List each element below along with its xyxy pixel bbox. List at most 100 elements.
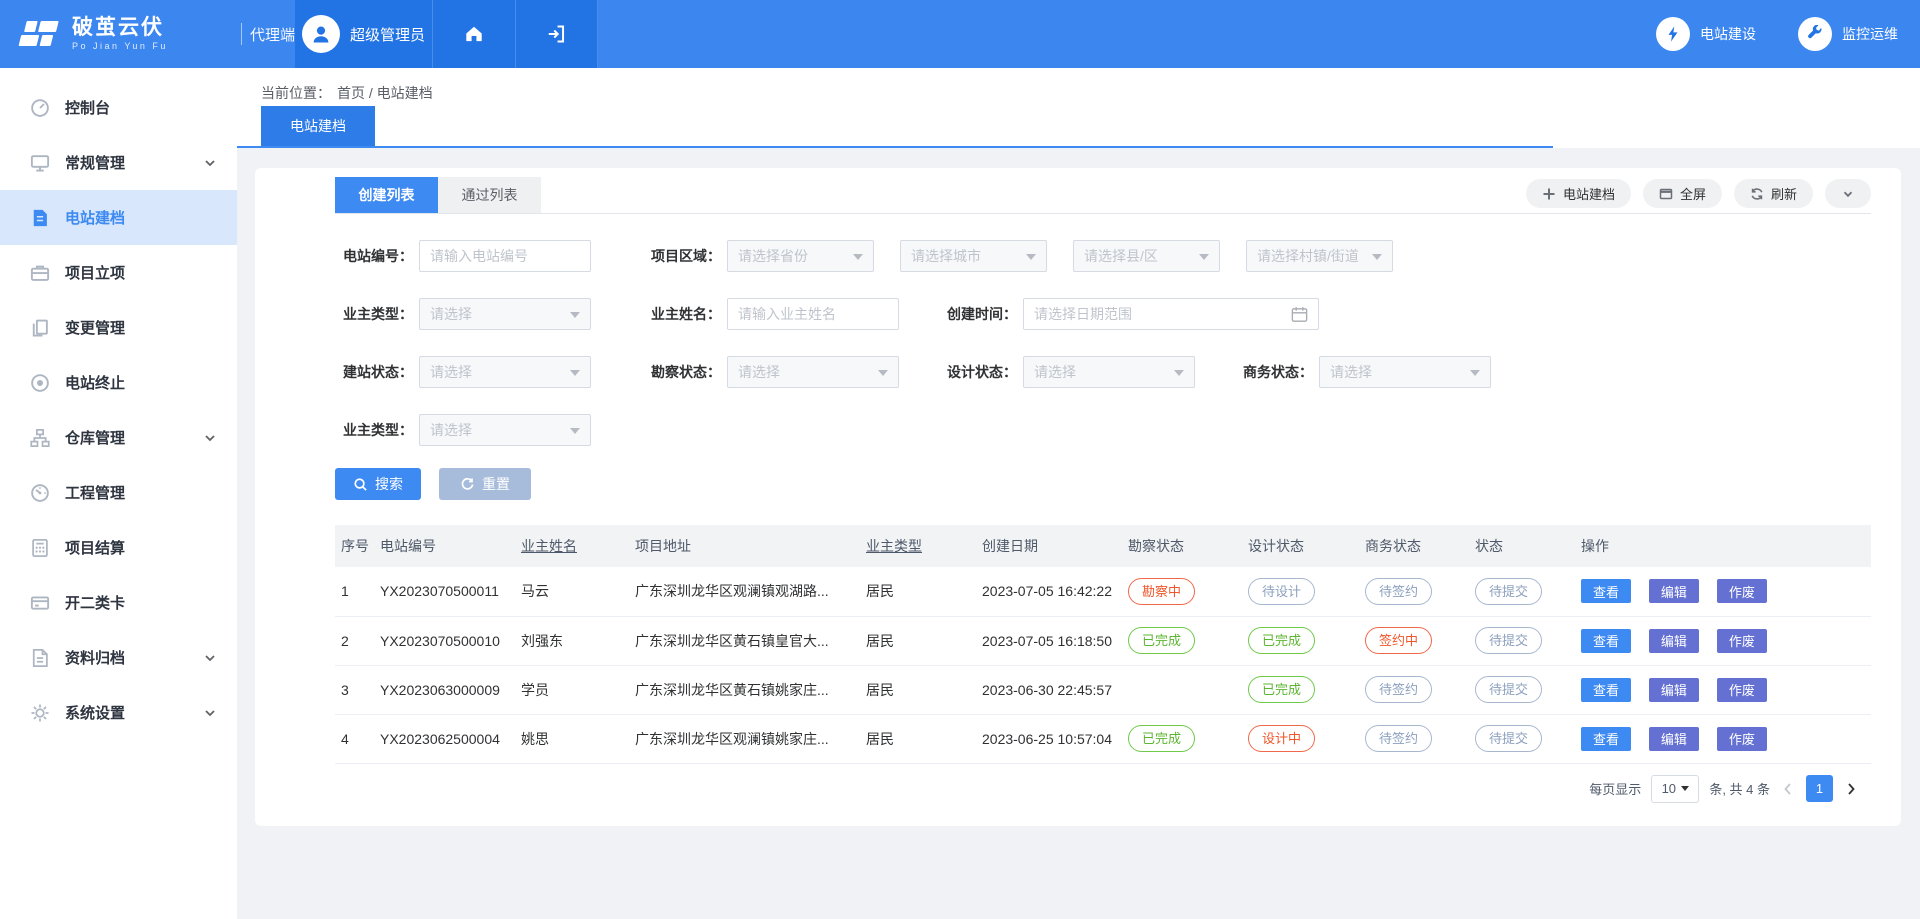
user-name: 超级管理员 [350,24,425,45]
design-status-badge: 设计中 [1248,725,1315,752]
sidebar-item-general-mgmt[interactable]: 常规管理 [0,135,237,190]
sidebar-item-station-termination[interactable]: 电站终止 [0,355,237,410]
sidebar-item-project-settlement[interactable]: 项目结算 [0,520,237,575]
col-status: 状态 [1469,525,1575,567]
edit-button[interactable]: 编辑 [1649,678,1699,702]
void-button[interactable]: 作废 [1717,678,1767,702]
business-status-badge: 签约中 [1365,627,1432,654]
business-status-select[interactable]: 请选择 [1319,356,1491,388]
filter-row-1: 电站编号： 项目区域： 请选择省份 请选择城市 请选择县/区 请选择村镇/街道 [335,240,1871,272]
monitor-icon [30,153,50,173]
business-status-badge: 待签约 [1365,725,1432,752]
fullscreen-button[interactable]: 全屏 [1643,179,1722,208]
cell-code: YX2023070500010 [374,616,515,665]
city-placeholder: 请选择城市 [911,246,981,266]
owner-type2-select[interactable]: 请选择 [419,414,591,446]
county-select[interactable]: 请选择县/区 [1073,240,1220,272]
business-status-placeholder: 请选择 [1330,362,1372,382]
page-number-1[interactable]: 1 [1806,775,1833,802]
view-button[interactable]: 查看 [1581,629,1631,653]
avatar [302,15,340,53]
view-button[interactable]: 查看 [1581,727,1631,751]
cell-code: YX2023062500004 [374,714,515,763]
briefcase-icon [30,263,50,283]
sidebar-item-open-card[interactable]: 开二类卡 [0,575,237,630]
sidebar-item-warehouse-mgmt[interactable]: 仓库管理 [0,410,237,465]
collapse-toolbar-button[interactable] [1825,179,1871,208]
cell-owner: 马云 [515,567,629,616]
edit-button[interactable]: 编辑 [1649,629,1699,653]
build-status-select[interactable]: 请选择 [419,356,591,388]
cell-seq: 4 [335,714,374,763]
cell-created: 2023-07-05 16:42:22 [976,567,1122,616]
sidebar-item-label: 变更管理 [65,317,125,338]
build-status-placeholder: 请选择 [430,362,472,382]
refresh-button[interactable]: 刷新 [1734,179,1813,208]
business-status-label: 商务状态： [1235,362,1313,382]
date-range-picker[interactable]: 请选择日期范围 [1023,298,1319,330]
edit-button[interactable]: 编辑 [1649,579,1699,603]
town-select[interactable]: 请选择村镇/街道 [1246,240,1393,272]
sidebar-item-label: 项目结算 [65,537,125,558]
sidebar-item-label: 仓库管理 [65,427,125,448]
survey-status-label: 勘察状态： [643,362,721,382]
sidebar-item-label: 控制台 [65,97,110,118]
tab-create-list[interactable]: 创建列表 [335,177,438,213]
filter-row-4: 业主类型： 请选择 [335,414,1871,446]
logo: 破茧云伏 Po Jian Yun Fu [0,0,237,68]
owner-type-select[interactable]: 请选择 [419,298,591,330]
chevron-down-icon [203,706,217,720]
breadcrumb-label: 当前位置： [261,83,331,103]
sidebar-item-system-settings[interactable]: 系统设置 [0,685,237,740]
copy-icon [30,318,50,338]
filter-actions: 搜索 重置 [335,468,1871,500]
build-status-label: 建站状态： [335,362,413,382]
edit-button[interactable]: 编辑 [1649,727,1699,751]
home-button[interactable] [433,0,516,68]
breadcrumb: 当前位置： 首页 / 电站建档 [237,68,1920,117]
view-button[interactable]: 查看 [1581,579,1631,603]
quick-link-station-build[interactable]: 电站建设 [1656,17,1756,51]
sidebar-item-station-archive[interactable]: 电站建档 [0,190,237,245]
sidebar-item-project-initiation[interactable]: 项目立项 [0,245,237,300]
brand-title: 破茧云伏 [72,16,168,39]
caret-down-icon [570,312,580,318]
reset-icon [460,477,475,492]
void-button[interactable]: 作废 [1717,579,1767,603]
station-code-input[interactable] [419,240,591,272]
per-page-select[interactable]: 10 [1651,775,1699,803]
topbar-quick-links: 电站建设 监控运维 [1656,0,1920,68]
next-page-icon[interactable] [1843,781,1859,797]
view-button[interactable]: 查看 [1581,678,1631,702]
col-survey: 勘察状态 [1122,525,1242,567]
date-range-placeholder: 请选择日期范围 [1034,304,1132,324]
city-select[interactable]: 请选择城市 [900,240,1047,272]
void-button[interactable]: 作废 [1717,727,1767,751]
quick-link-label: 电站建设 [1700,24,1756,44]
breadcrumb-path[interactable]: 首页 / 电站建档 [337,83,433,103]
void-button[interactable]: 作废 [1717,629,1767,653]
survey-status-select[interactable]: 请选择 [727,356,899,388]
sidebar-item-change-mgmt[interactable]: 变更管理 [0,300,237,355]
sidebar-item-data-archive[interactable]: 资料归档 [0,630,237,685]
prev-page-icon[interactable] [1780,781,1796,797]
reset-button[interactable]: 重置 [439,468,531,500]
tab-passed-list[interactable]: 通过列表 [438,177,541,213]
col-owner-type: 业主类型 [860,525,976,567]
col-seq: 序号 [335,525,374,567]
design-status-select[interactable]: 请选择 [1023,356,1195,388]
sidebar: 控制台 常规管理 电站建档 项目立项 变更管理 电站终止 仓库管理 [0,68,237,919]
province-select[interactable]: 请选择省份 [727,240,874,272]
owner-name-input[interactable] [727,298,899,330]
quick-link-monitor-ops[interactable]: 监控运维 [1798,17,1898,51]
logout-button[interactable] [516,0,598,68]
search-button[interactable]: 搜索 [335,468,421,500]
sidebar-item-engineering-mgmt[interactable]: 工程管理 [0,465,237,520]
design-status-label: 设计状态： [939,362,1017,382]
create-station-button[interactable]: 电站建档 [1526,179,1631,208]
page-tab-station-archive[interactable]: 电站建档 [261,106,375,146]
status-badge: 待提交 [1475,578,1542,605]
owner-type-label: 业主类型： [335,304,413,324]
sidebar-item-console[interactable]: 控制台 [0,80,237,135]
user-menu[interactable]: 超级管理员 [295,0,433,68]
